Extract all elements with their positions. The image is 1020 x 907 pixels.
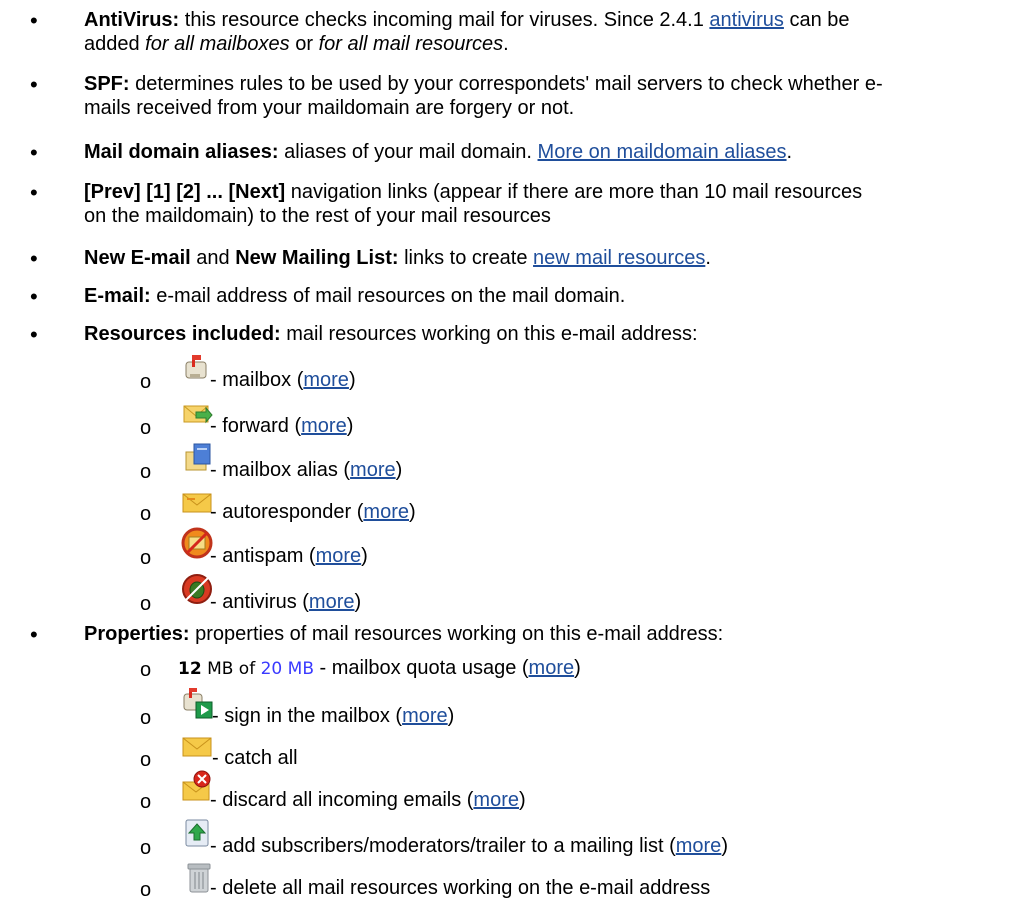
discard-icon [182, 770, 211, 801]
bullet: • [30, 72, 38, 97]
autoresponder-icon [182, 493, 212, 513]
sub-bullet: o [140, 503, 152, 525]
bullet: • [30, 622, 38, 647]
item-label: [Prev] [1] [2] ... [Next] [84, 181, 286, 203]
antivirus-link[interactable]: antivirus [709, 9, 783, 31]
antispam-icon [181, 527, 213, 559]
item-label: SPF: [84, 73, 130, 95]
add-subscribers-more-link[interactable]: more [676, 835, 722, 857]
sub-bullet: o [140, 879, 152, 901]
mailbox-alias-more-link[interactable]: more [350, 459, 396, 481]
autoresponder-more-link[interactable]: more [363, 501, 409, 523]
forward-more-link[interactable]: more [301, 415, 347, 437]
item-label-2: New Mailing List: [235, 247, 399, 269]
bullet: • [30, 284, 38, 309]
sub-bullet: o [140, 547, 152, 569]
antivirus-more-link[interactable]: more [309, 591, 355, 613]
bullet: • [30, 322, 38, 347]
mailbox-icon [185, 355, 207, 379]
sign-in-mailbox-icon [183, 688, 213, 719]
item-label: Mail domain aliases: [84, 141, 279, 163]
bullet: • [30, 180, 38, 205]
catch-all-icon [182, 737, 212, 757]
mailbox-alias-icon [185, 443, 211, 471]
sub-bullet: o [140, 791, 152, 813]
quota-more-link[interactable]: more [529, 657, 575, 679]
antivirus-icon [182, 574, 212, 604]
maildomain-aliases-link[interactable]: More on maildomain aliases [538, 141, 787, 163]
bullet: • [30, 8, 38, 33]
sub-bullet: o [140, 371, 152, 393]
item-label: E-mail: [84, 285, 151, 307]
item-label: Properties: [84, 623, 190, 645]
sign-in-more-link[interactable]: more [402, 705, 448, 727]
sub-bullet: o [140, 461, 152, 483]
item-label: AntiVirus: [84, 9, 180, 31]
sub-bullet: o [140, 417, 152, 439]
sub-bullet: o [140, 659, 152, 681]
forward-icon [183, 405, 213, 424]
sub-bullet: o [140, 707, 152, 729]
quota-usage: 12 MB of 20 MB [178, 659, 314, 679]
discard-more-link[interactable]: more [473, 789, 519, 811]
new-mail-resources-link[interactable]: new mail resources [533, 247, 705, 269]
antispam-more-link[interactable]: more [316, 545, 362, 567]
add-subscribers-icon [185, 819, 209, 847]
bullet: • [30, 246, 38, 271]
sub-bullet: o [140, 837, 152, 859]
bullet: • [30, 140, 38, 165]
mailbox-more-link[interactable]: more [303, 369, 349, 391]
sub-bullet: o [140, 593, 152, 615]
item-label: Resources included: [84, 323, 281, 345]
item-label: New E-mail [84, 247, 191, 269]
sub-bullet: o [140, 749, 152, 771]
